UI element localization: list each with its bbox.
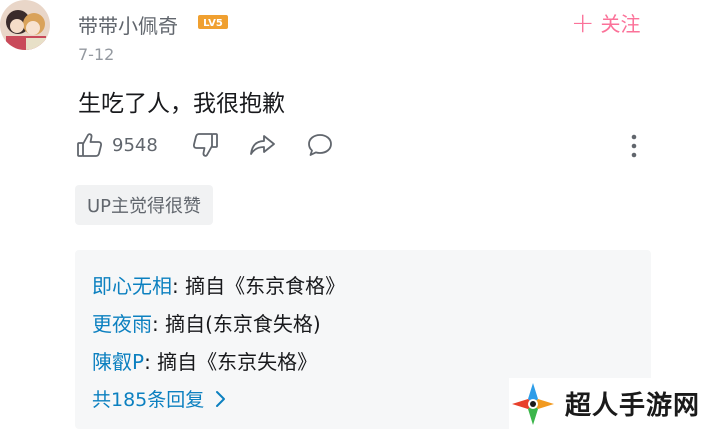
follow-button[interactable]: + 关注 xyxy=(571,8,640,37)
reply-button[interactable] xyxy=(306,131,334,159)
like-button[interactable]: 9548 xyxy=(76,131,158,159)
view-all-replies-link[interactable]: 共185条回复 xyxy=(92,385,226,412)
thumbs-down-icon xyxy=(192,133,218,157)
like-count: 9548 xyxy=(112,134,158,156)
reply-item[interactable]: 陳叡P: 摘自《东京失格》 xyxy=(92,346,317,375)
action-bar: 9548 xyxy=(76,131,676,161)
more-vertical-icon xyxy=(631,134,637,158)
comment-bubble-icon xyxy=(308,134,332,156)
up-liked-badge: UP主觉得很赞 xyxy=(75,185,214,225)
share-icon xyxy=(250,135,275,155)
follow-label: 关注 xyxy=(600,12,641,36)
reply-username[interactable]: 更夜雨 xyxy=(92,312,152,336)
replies-total: 共185条回复 xyxy=(92,389,205,411)
share-button[interactable] xyxy=(248,131,276,159)
watermark-text: 超人手游网 xyxy=(565,391,701,421)
chevron-right-icon xyxy=(216,390,226,407)
reply-username[interactable]: 即心无相 xyxy=(92,274,172,298)
level-badge: LV5 xyxy=(198,14,228,30)
avatar[interactable] xyxy=(0,0,50,50)
reply-username[interactable]: 陳叡P xyxy=(92,350,144,374)
comment-date: 7-12 xyxy=(78,45,115,64)
reply-text: : 摘自(东京食失格) xyxy=(152,312,321,336)
reply-item[interactable]: 即心无相: 摘自《东京食格》 xyxy=(92,270,345,299)
reply-text: : 摘自《东京失格》 xyxy=(144,350,318,374)
watermark-logo-icon xyxy=(512,382,554,425)
more-menu-button[interactable] xyxy=(628,133,640,163)
comment-text: 生吃了人，我很抱歉 xyxy=(78,91,285,117)
level-text: LV5 xyxy=(203,18,223,29)
reply-text: : 摘自《东京食格》 xyxy=(172,274,346,298)
plus-icon: + xyxy=(571,5,595,39)
username[interactable]: 带带小佩奇 xyxy=(78,10,178,39)
watermark: 超人手游网 xyxy=(509,378,709,429)
reply-item[interactable]: 更夜雨: 摘自(东京食失格) xyxy=(92,308,321,337)
dislike-button[interactable] xyxy=(191,131,219,159)
thumbs-up-icon xyxy=(77,133,103,157)
